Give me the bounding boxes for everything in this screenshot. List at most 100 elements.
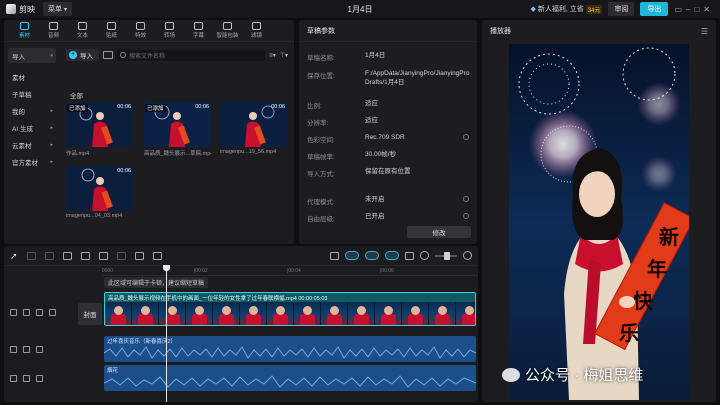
- tab-media[interactable]: 素材: [10, 22, 39, 41]
- media-thumbnail[interactable]: 00:06: [220, 102, 287, 147]
- zoom-in-icon[interactable]: [463, 251, 472, 260]
- menu-icon[interactable]: ☰: [701, 27, 708, 36]
- undo-icon[interactable]: [26, 251, 36, 260]
- param-row: 代理模式: 未开启: [307, 196, 471, 206]
- speaker-icon[interactable]: [36, 309, 43, 316]
- zoom-slider[interactable]: [435, 251, 457, 260]
- param-key: 代理模式:: [307, 199, 335, 206]
- split-icon[interactable]: [62, 251, 72, 260]
- lock-icon[interactable]: [10, 375, 17, 382]
- timeline-panel: ➚ 0000 |00:02 |00:04 |00:06 此区域可编辑于卡顿，建议…: [4, 246, 478, 402]
- tab-audio[interactable]: 音频: [39, 22, 68, 41]
- maximize-icon[interactable]: □: [694, 5, 703, 14]
- review-button[interactable]: 审阅: [608, 2, 635, 16]
- tab-captions[interactable]: 字幕: [184, 22, 213, 41]
- redo-icon[interactable]: [44, 251, 54, 260]
- time-ruler[interactable]: 0000 |00:02 |00:04 |00:06: [102, 266, 478, 276]
- media-filename: imagenpu...04_03.mp4: [66, 213, 123, 219]
- sidebar-item-official[interactable]: 官方素材 ▸: [8, 154, 56, 169]
- preview-axis-icon[interactable]: [385, 251, 399, 260]
- added-badge: 已添加: [145, 104, 166, 112]
- tab-filters[interactable]: 滤镜: [242, 22, 271, 41]
- eye-icon[interactable]: [23, 309, 30, 316]
- media-thumbnail[interactable]: 00:06: [66, 166, 133, 211]
- tab-label: 贴纸: [105, 33, 117, 39]
- lock-icon[interactable]: [10, 346, 17, 353]
- search-input[interactable]: 搜索文件名称: [117, 49, 266, 61]
- media-filename: imagenpu...19_56.mp4: [220, 149, 277, 155]
- snap-toggle-icon[interactable]: [365, 251, 379, 260]
- audio-clip[interactable]: 烟花: [104, 365, 476, 391]
- modify-button[interactable]: 修改: [407, 226, 471, 238]
- cursor-icon[interactable]: ➚: [10, 251, 18, 260]
- sidebar-item-import[interactable]: 导入 ▾: [8, 48, 56, 63]
- split-right-icon[interactable]: [98, 251, 108, 260]
- microphone-icon[interactable]: [330, 251, 339, 260]
- tab-smart-package[interactable]: 智能包装: [213, 22, 242, 41]
- promo-text: 新人福利, 立省: [537, 6, 584, 13]
- video-preview[interactable]: 新 年 快 乐: [509, 44, 689, 400]
- speaker-icon[interactable]: [23, 346, 30, 353]
- audio-track-header: [10, 375, 43, 382]
- window-controls[interactable]: ▭–□✕: [674, 5, 714, 14]
- tab-effects[interactable]: 特效: [126, 22, 155, 41]
- sticker-icon: [107, 22, 116, 30]
- shield-icon[interactable]: [134, 251, 144, 260]
- alignment-icon[interactable]: [405, 251, 414, 260]
- link-toggle-icon[interactable]: [345, 251, 359, 260]
- import-label: 导入: [80, 53, 93, 60]
- more-icon[interactable]: [36, 375, 43, 382]
- video-clip[interactable]: 高品质_魏头展示视频在手机中的画面_一位年轻的女性拿了过年春联横幅.mp4 00…: [104, 292, 476, 326]
- sidebar-item-mine[interactable]: 我的 ▸: [8, 103, 56, 118]
- ruler-tick: |00:06: [380, 268, 394, 274]
- delete-icon[interactable]: [116, 251, 126, 260]
- layout-icon[interactable]: ▭: [674, 5, 686, 14]
- cover-button[interactable]: 封面: [78, 303, 102, 325]
- capcut-logo-icon: [6, 4, 16, 14]
- close-icon[interactable]: ✕: [703, 5, 714, 14]
- sort-button[interactable]: ≡▾: [269, 52, 276, 59]
- subtitle-icon[interactable]: [152, 251, 162, 260]
- lock-icon[interactable]: [10, 309, 17, 316]
- sidebar-item-sub-draft[interactable]: 子草稿: [8, 86, 56, 101]
- media-thumbnail[interactable]: 已添加 00:06: [66, 102, 133, 147]
- tab-text[interactable]: 文本: [68, 22, 97, 41]
- audio-clip[interactable]: 过年喜庆音乐（新春喜庆2）: [104, 336, 476, 362]
- more-icon[interactable]: [36, 346, 43, 353]
- more-icon[interactable]: [49, 309, 56, 316]
- sidebar-item-ai-generate[interactable]: AI 生成 ▸: [8, 120, 56, 135]
- export-label: 导出: [647, 6, 662, 13]
- tab-transitions[interactable]: 转场: [155, 22, 184, 41]
- tab-label: 素材: [18, 33, 30, 39]
- tab-stickers[interactable]: 贴纸: [97, 22, 126, 41]
- media-panel: 素材 音频 文本 贴纸 特效 转场 字幕 智能包装 滤镜 导入 ▾ 素材 子草稿 …: [4, 20, 294, 244]
- param-value: 30.00帧/秒: [365, 151, 397, 158]
- clip-frame: [105, 302, 132, 325]
- sidebar-item-material[interactable]: 素材: [8, 69, 56, 84]
- info-icon[interactable]: [463, 134, 469, 140]
- filter-button[interactable]: ⊤▾: [280, 52, 288, 59]
- import-button[interactable]: + 导入: [66, 49, 99, 61]
- export-button[interactable]: 导出: [640, 2, 669, 16]
- info-icon[interactable]: [463, 213, 469, 219]
- playhead[interactable]: [166, 266, 167, 402]
- zoom-out-icon[interactable]: [420, 251, 429, 260]
- clip-duration: 00:06: [117, 104, 131, 110]
- transition-icon: [165, 22, 174, 30]
- split-left-icon[interactable]: [80, 251, 90, 260]
- sidebar-item-cloud[interactable]: 云素材 ▸: [8, 137, 56, 152]
- menu-button[interactable]: 菜单 ▾: [43, 2, 73, 16]
- param-key: 比例:: [307, 103, 322, 110]
- media-thumbnail[interactable]: 已添加 00:06: [144, 102, 211, 147]
- speaker-icon[interactable]: [23, 375, 30, 382]
- tab-label: 滤镜: [250, 33, 262, 39]
- video-frame: 新 年 快 乐: [509, 44, 689, 400]
- tab-label: 智能包装: [216, 33, 239, 39]
- folder-icon[interactable]: [103, 51, 113, 59]
- info-icon[interactable]: [463, 196, 469, 202]
- caption-icon: [194, 22, 203, 30]
- promo-banner[interactable]: ◆ 新人福利, 立省 34元: [530, 4, 603, 14]
- param-value: 保留在原有位置: [365, 168, 411, 175]
- chevron-icon: ▸: [50, 124, 53, 131]
- performance-hint: 此区域可编辑于卡顿，建议缩短草稿: [104, 277, 209, 288]
